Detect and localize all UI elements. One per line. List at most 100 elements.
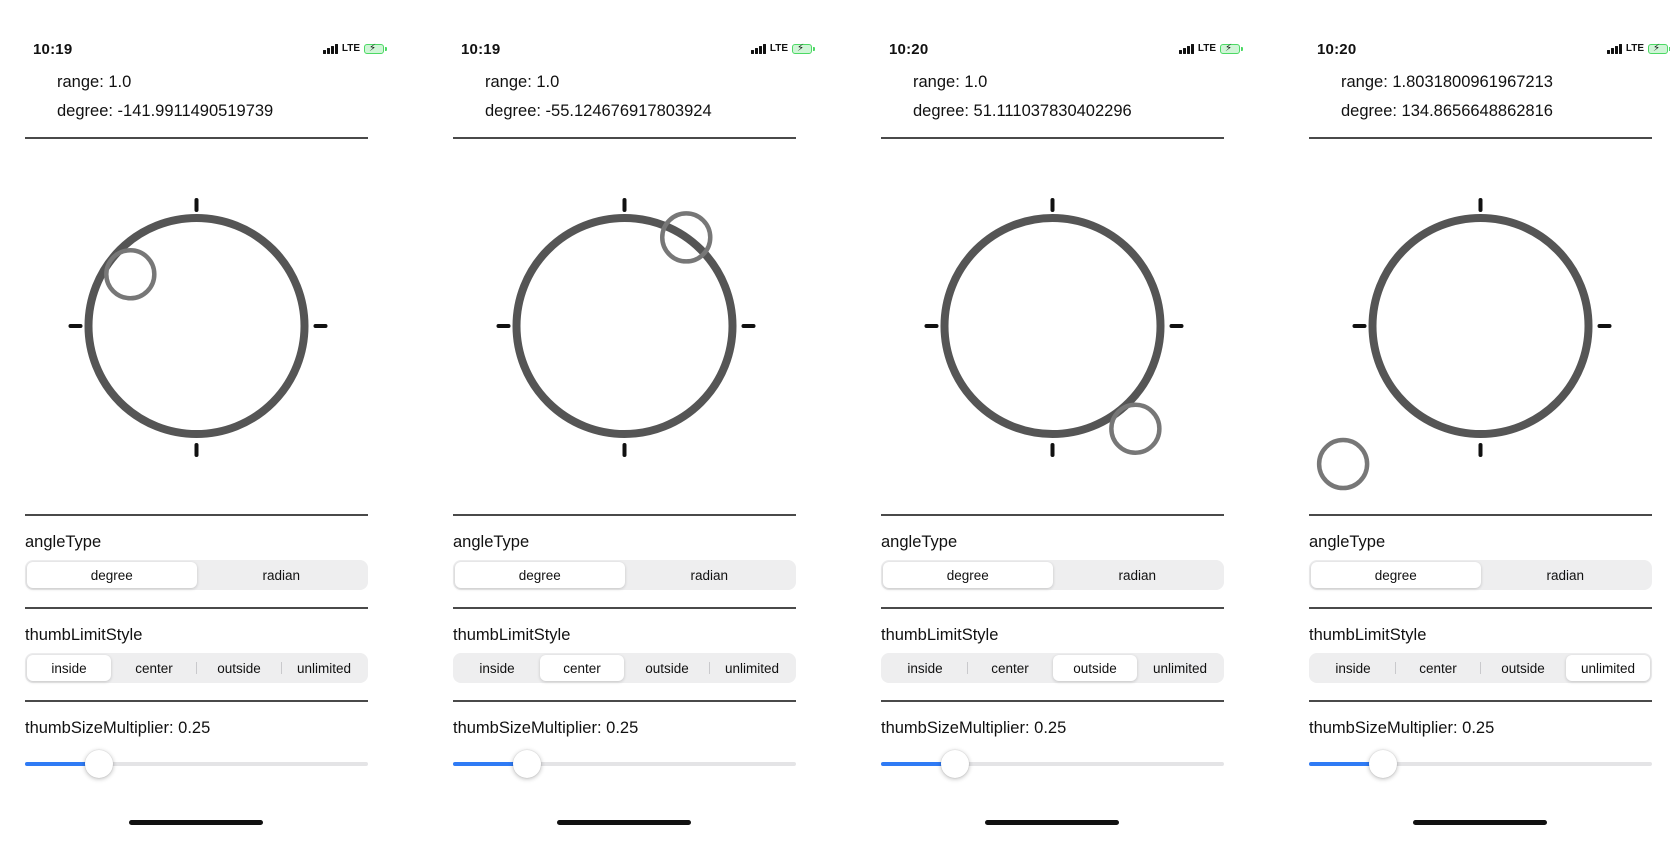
- phone-screen: 10:19 LTE ⚡ range: 1.0 degree: -141.99114905…: [0, 0, 428, 849]
- segment-degree[interactable]: degree: [883, 562, 1053, 588]
- circular-slider[interactable]: [1309, 138, 1652, 514]
- angle-type-segmented-control: degree radian: [1309, 560, 1652, 590]
- slider-knob[interactable]: [940, 750, 969, 778]
- phone-screen: 10:20 LTE ⚡ range: 1.0 degree: 51.1110378304…: [856, 0, 1284, 849]
- home-indicator: [557, 820, 691, 825]
- tick-bottom: [194, 443, 199, 457]
- dial-ring: [940, 214, 1165, 438]
- circular-slider-canvas: [1316, 198, 1612, 491]
- tick-top: [194, 198, 199, 212]
- circular-slider-canvas: [496, 198, 756, 457]
- tick-left: [1352, 324, 1367, 328]
- circular-slider[interactable]: [25, 138, 368, 514]
- thumb-limit-style-label: thumbLimitStyle: [25, 626, 143, 644]
- segment-center[interactable]: center: [540, 655, 624, 681]
- home-indicator: [985, 820, 1119, 825]
- degree-readout: degree: 134.8656648862816: [1341, 102, 1553, 120]
- dial-thumb: [104, 248, 157, 301]
- thumb-size-multiplier-label: thumbSizeMultiplier: 0.25: [453, 719, 639, 737]
- divider: [881, 607, 1224, 609]
- segment-radian[interactable]: radian: [1053, 562, 1223, 588]
- status-bar: 10:19 LTE ⚡: [428, 41, 856, 59]
- slider-knob[interactable]: [84, 750, 113, 778]
- tick-left: [68, 324, 83, 328]
- segment-degree[interactable]: degree: [455, 562, 625, 588]
- segment-degree[interactable]: degree: [27, 562, 197, 588]
- segment-radian[interactable]: radian: [625, 562, 795, 588]
- network-label: LTE: [769, 43, 788, 54]
- status-time: 10:20: [1317, 41, 1357, 58]
- dial-thumb: [1109, 402, 1162, 455]
- segment-unlimited[interactable]: unlimited: [1566, 655, 1650, 681]
- segment-inside[interactable]: inside: [1311, 655, 1395, 681]
- segment-inside[interactable]: inside: [883, 655, 967, 681]
- thumb-size-slider[interactable]: [881, 750, 1224, 778]
- slider-knob[interactable]: [1368, 750, 1397, 778]
- segment-center[interactable]: center: [968, 655, 1052, 681]
- range-readout: range: 1.0: [913, 73, 988, 91]
- tick-top: [1050, 198, 1055, 212]
- divider: [25, 607, 368, 609]
- tick-left: [496, 324, 511, 328]
- segment-outside[interactable]: outside: [1481, 655, 1565, 681]
- segment-outside[interactable]: outside: [1053, 655, 1137, 681]
- divider: [1309, 607, 1652, 609]
- divider: [1309, 700, 1652, 702]
- divider: [25, 514, 368, 516]
- thumb-limit-style-label: thumbLimitStyle: [881, 626, 999, 644]
- circular-slider[interactable]: [881, 138, 1224, 514]
- status-bar: 10:20 LTE ⚡: [1284, 41, 1670, 59]
- thumb-limit-style-segmented-control: inside center outside unlimited: [1309, 653, 1652, 683]
- thumb-size-slider[interactable]: [1309, 750, 1652, 778]
- thumb-limit-style-segmented-control: inside center outside unlimited: [25, 653, 368, 683]
- divider: [25, 700, 368, 702]
- status-icons: LTE ⚡: [751, 43, 815, 54]
- segment-unlimited[interactable]: unlimited: [710, 655, 794, 681]
- tick-right: [741, 324, 756, 328]
- battery-charging-icon: ⚡: [1220, 43, 1243, 54]
- thumb-size-slider[interactable]: [453, 750, 796, 778]
- phone-screen: 10:20 LTE ⚡ range: 1.8031800961967213 degree…: [1284, 0, 1670, 849]
- signal-icon: [1179, 43, 1194, 54]
- thumb-size-multiplier-label: thumbSizeMultiplier: 0.25: [881, 719, 1067, 737]
- segment-radian[interactable]: radian: [1481, 562, 1651, 588]
- phone-screen: 10:19 LTE ⚡ range: 1.0 degree: -55.124676917…: [428, 0, 856, 849]
- segment-degree[interactable]: degree: [1311, 562, 1481, 588]
- circular-slider[interactable]: [453, 138, 796, 514]
- segment-unlimited[interactable]: unlimited: [1138, 655, 1222, 681]
- segment-outside[interactable]: outside: [625, 655, 709, 681]
- signal-icon: [323, 43, 338, 54]
- segment-center[interactable]: center: [1396, 655, 1480, 681]
- segment-center[interactable]: center: [112, 655, 196, 681]
- tick-left: [924, 324, 939, 328]
- angle-type-segmented-control: degree radian: [25, 560, 368, 590]
- angle-type-label: angleType: [25, 533, 102, 551]
- tick-bottom: [622, 443, 627, 457]
- thumb-size-slider[interactable]: [25, 750, 368, 778]
- signal-icon: [1607, 43, 1622, 54]
- signal-icon: [751, 43, 766, 54]
- dial-thumb: [1316, 437, 1370, 491]
- divider: [881, 700, 1224, 702]
- battery-charging-icon: ⚡: [792, 43, 815, 54]
- status-time: 10:19: [461, 41, 501, 58]
- range-readout: range: 1.0: [485, 73, 560, 91]
- divider: [453, 700, 796, 702]
- degree-readout: degree: -141.9911490519739: [57, 102, 274, 120]
- battery-charging-icon: ⚡: [364, 43, 387, 54]
- divider: [881, 514, 1224, 516]
- tick-bottom: [1478, 443, 1483, 457]
- slider-knob[interactable]: [512, 750, 541, 778]
- segment-radian[interactable]: radian: [197, 562, 367, 588]
- segment-inside[interactable]: inside: [455, 655, 539, 681]
- thumb-limit-style-segmented-control: inside center outside unlimited: [453, 653, 796, 683]
- thumb-size-multiplier-label: thumbSizeMultiplier: 0.25: [25, 719, 211, 737]
- home-indicator: [129, 820, 263, 825]
- status-time: 10:20: [889, 41, 929, 58]
- divider: [1309, 514, 1652, 516]
- segment-inside[interactable]: inside: [27, 655, 111, 681]
- segment-outside[interactable]: outside: [197, 655, 281, 681]
- thumb-limit-style-label: thumbLimitStyle: [1309, 626, 1427, 644]
- segment-unlimited[interactable]: unlimited: [282, 655, 366, 681]
- tick-top: [1478, 198, 1483, 212]
